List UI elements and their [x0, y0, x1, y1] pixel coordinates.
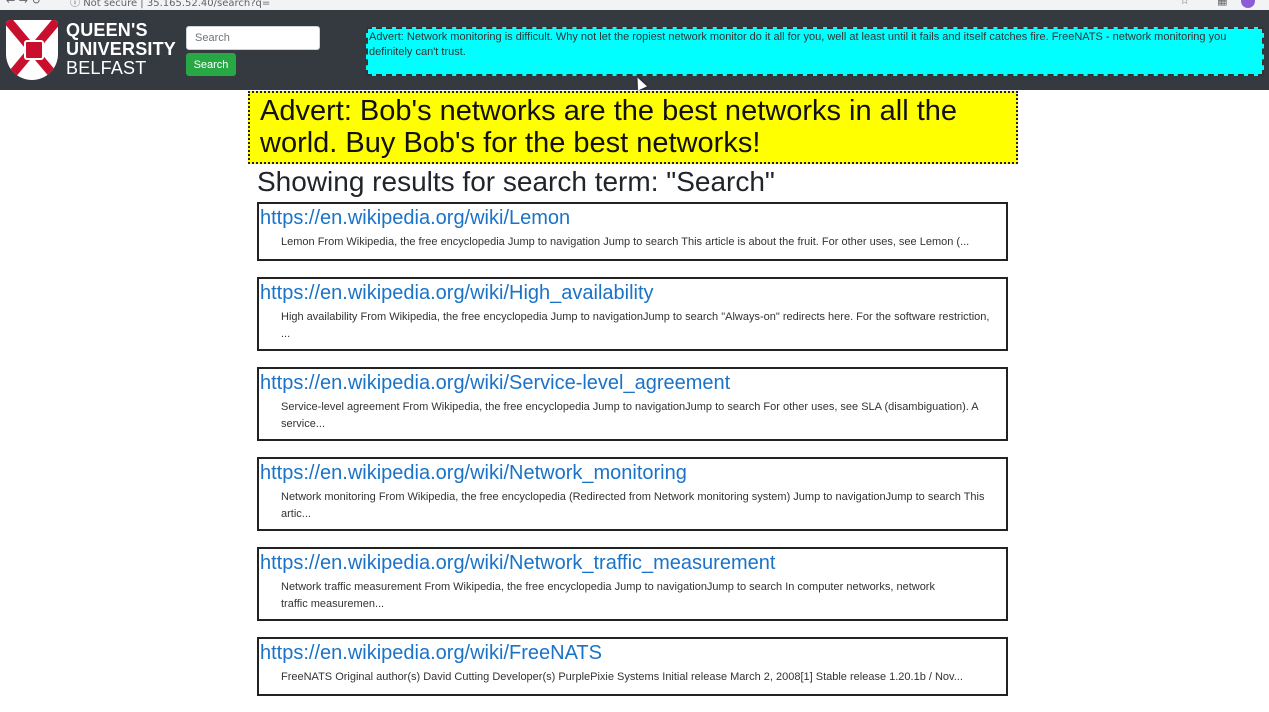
result-snippet: High availability From Wikipedia, the fr…: [281, 311, 990, 340]
search-result: https://en.wikipedia.org/wiki/Lemon Lemo…: [257, 202, 1008, 261]
university-logo[interactable]: QUEEN'S UNIVERSITY BELFAST: [6, 20, 176, 82]
search-result: https://en.wikipedia.org/wiki/Network_tr…: [257, 547, 1008, 621]
top-advert: Advert: Network monitoring is difficult.…: [366, 27, 1264, 76]
result-link[interactable]: https://en.wikipedia.org/wiki/Network_mo…: [260, 460, 998, 486]
logo-line-1: QUEEN'S: [66, 20, 148, 40]
profile-avatar[interactable]: [1241, 0, 1255, 8]
main-advert: Advert: Bob's networks are the best netw…: [248, 91, 1018, 164]
logo-line-2: UNIVERSITY: [66, 39, 177, 59]
result-link[interactable]: https://en.wikipedia.org/wiki/Service-le…: [260, 370, 998, 396]
logo-text: QUEEN'S UNIVERSITY BELFAST: [66, 21, 176, 78]
search-result: https://en.wikipedia.org/wiki/FreeNATS F…: [257, 637, 1008, 696]
university-crest-icon: [6, 20, 58, 80]
reload-icon[interactable]: ↻: [31, 0, 40, 7]
search-button[interactable]: Search: [186, 53, 236, 76]
result-link[interactable]: https://en.wikipedia.org/wiki/FreeNATS: [260, 640, 998, 666]
results-heading: Showing results for search term: "Search…: [257, 166, 775, 197]
result-snippet: Service-level agreement From Wikipedia, …: [281, 401, 979, 430]
search-results-list: https://en.wikipedia.org/wiki/Lemon Lemo…: [257, 202, 1008, 712]
result-link[interactable]: https://en.wikipedia.org/wiki/High_avail…: [260, 280, 998, 306]
search-result: https://en.wikipedia.org/wiki/Service-le…: [257, 367, 1008, 441]
logo-line-3: BELFAST: [66, 58, 147, 78]
result-snippet: Network traffic measurement From Wikiped…: [281, 581, 935, 610]
browser-right-icons: ☆ ▦: [1180, 0, 1255, 8]
forward-icon[interactable]: →: [19, 0, 28, 7]
back-icon[interactable]: ←: [6, 0, 15, 7]
result-snippet: Lemon From Wikipedia, the free encyclope…: [281, 236, 970, 248]
result-link[interactable]: https://en.wikipedia.org/wiki/Lemon: [260, 205, 998, 231]
browser-nav-icons[interactable]: ← → ↻: [6, 0, 41, 7]
result-snippet: Network monitoring From Wikipedia, the f…: [281, 491, 985, 520]
address-bar[interactable]: ⓘ Not secure | 35.165.52.40/search?q=: [70, 0, 270, 9]
result-link[interactable]: https://en.wikipedia.org/wiki/Network_tr…: [260, 550, 998, 576]
star-icon[interactable]: ☆: [1180, 0, 1190, 7]
extensions-icon[interactable]: ▦: [1217, 0, 1227, 7]
search-input[interactable]: [186, 26, 320, 50]
search-result: https://en.wikipedia.org/wiki/High_avail…: [257, 277, 1008, 351]
address-bar-text: Not secure | 35.165.52.40/search?q=: [83, 0, 271, 9]
search-result: https://en.wikipedia.org/wiki/Network_mo…: [257, 457, 1008, 531]
result-snippet: FreeNATS Original author(s) David Cuttin…: [281, 671, 963, 683]
info-icon[interactable]: ⓘ: [70, 0, 80, 9]
